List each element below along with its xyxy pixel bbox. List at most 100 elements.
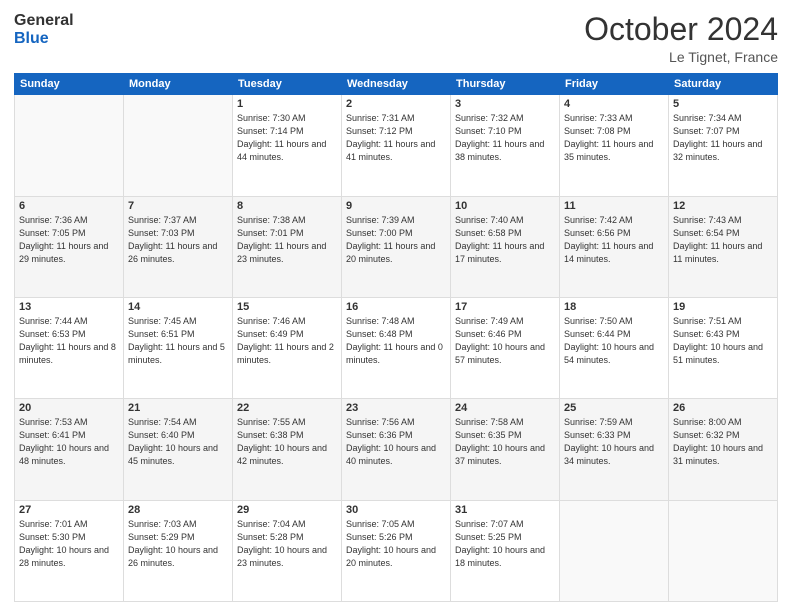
day-number: 30 — [346, 504, 446, 516]
day-number: 8 — [237, 200, 337, 212]
day-number: 27 — [19, 504, 119, 516]
day-number: 16 — [346, 301, 446, 313]
calendar-week-row: 20 Sunrise: 7:53 AMSunset: 6:41 PMDayligh… — [15, 399, 778, 500]
day-info: Sunrise: 8:00 AMSunset: 6:32 PMDaylight:… — [673, 416, 773, 468]
day-number: 4 — [564, 98, 664, 110]
day-info: Sunrise: 7:03 AMSunset: 5:29 PMDaylight:… — [128, 518, 228, 570]
calendar-cell: 5 Sunrise: 7:34 AMSunset: 7:07 PMDaylight… — [669, 95, 778, 196]
calendar-cell — [560, 500, 669, 601]
calendar-week-row: 1Sunrise: 7:30 AMSunset: 7:14 PMDaylight… — [15, 95, 778, 196]
calendar-cell — [124, 95, 233, 196]
day-number: 6 — [19, 200, 119, 212]
day-number: 17 — [455, 301, 555, 313]
day-number: 20 — [19, 402, 119, 414]
day-number: 21 — [128, 402, 228, 414]
calendar-cell: 12Sunrise: 7:43 AMSunset: 6:54 PMDayligh… — [669, 196, 778, 297]
header: General Blue General Blue October 2024 L… — [14, 12, 778, 65]
day-number: 7 — [128, 200, 228, 212]
calendar-cell: 16 Sunrise: 7:48 AMSunset: 6:48 PMDayligh… — [342, 297, 451, 398]
day-info: Sunrise: 7:34 AMSunset: 7:07 PMDaylight:… — [673, 112, 773, 164]
calendar-cell: 30 Sunrise: 7:05 AMSunset: 5:26 PMDayligh… — [342, 500, 451, 601]
calendar-week-row: 6 Sunrise: 7:36 AMSunset: 7:05 PMDaylight… — [15, 196, 778, 297]
col-header-tuesday: Tuesday — [233, 74, 342, 95]
calendar-cell: 17Sunrise: 7:49 AMSunset: 6:46 PMDayligh… — [451, 297, 560, 398]
calendar-cell: 18Sunrise: 7:50 AMSunset: 6:44 PMDayligh… — [560, 297, 669, 398]
day-info: Sunrise: 7:43 AMSunset: 6:54 PMDaylight:… — [673, 214, 773, 266]
day-number: 5 — [673, 98, 773, 110]
day-number: 15 — [237, 301, 337, 313]
day-number: 1 — [237, 98, 337, 110]
day-info: Sunrise: 7:01 AMSunset: 5:30 PMDaylight:… — [19, 518, 119, 570]
day-info: Sunrise: 7:31 AMSunset: 7:12 PMDaylight:… — [346, 112, 446, 164]
day-number: 11 — [564, 200, 664, 212]
logo-blue: Blue — [14, 30, 74, 48]
day-info: Sunrise: 7:59 AMSunset: 6:33 PMDaylight:… — [564, 416, 664, 468]
calendar-cell: 10 Sunrise: 7:40 AMSunset: 6:58 PMDayligh… — [451, 196, 560, 297]
day-number: 2 — [346, 98, 446, 110]
day-info: Sunrise: 7:56 AMSunset: 6:36 PMDaylight:… — [346, 416, 446, 468]
day-info: Sunrise: 7:36 AMSunset: 7:05 PMDaylight:… — [19, 214, 119, 266]
calendar-table: SundayMondayTuesdayWednesdayThursdayFrid… — [14, 73, 778, 602]
day-number: 23 — [346, 402, 446, 414]
day-info: Sunrise: 7:32 AMSunset: 7:10 PMDaylight:… — [455, 112, 555, 164]
day-info: Sunrise: 7:38 AMSunset: 7:01 PMDaylight:… — [237, 214, 337, 266]
month-title: October 2024 — [584, 12, 778, 47]
day-number: 9 — [346, 200, 446, 212]
day-number: 25 — [564, 402, 664, 414]
day-info: Sunrise: 7:45 AMSunset: 6:51 PMDaylight:… — [128, 315, 228, 367]
calendar-cell: 28 Sunrise: 7:03 AMSunset: 5:29 PMDayligh… — [124, 500, 233, 601]
calendar-week-row: 27 Sunrise: 7:01 AMSunset: 5:30 PMDayligh… — [15, 500, 778, 601]
day-info: Sunrise: 7:05 AMSunset: 5:26 PMDaylight:… — [346, 518, 446, 570]
calendar-cell: 6 Sunrise: 7:36 AMSunset: 7:05 PMDaylight… — [15, 196, 124, 297]
day-info: Sunrise: 7:58 AMSunset: 6:35 PMDaylight:… — [455, 416, 555, 468]
calendar-cell: 7 Sunrise: 7:37 AMSunset: 7:03 PMDaylight… — [124, 196, 233, 297]
location: Le Tignet, France — [584, 49, 778, 65]
title-block: October 2024 Le Tignet, France — [584, 12, 778, 65]
col-header-monday: Monday — [124, 74, 233, 95]
day-info: Sunrise: 7:44 AMSunset: 6:53 PMDaylight:… — [19, 315, 119, 367]
day-info: Sunrise: 7:42 AMSunset: 6:56 PMDaylight:… — [564, 214, 664, 266]
calendar-cell: 11 Sunrise: 7:42 AMSunset: 6:56 PMDayligh… — [560, 196, 669, 297]
day-info: Sunrise: 7:37 AMSunset: 7:03 PMDaylight:… — [128, 214, 228, 266]
calendar-week-row: 13 Sunrise: 7:44 AMSunset: 6:53 PMDayligh… — [15, 297, 778, 398]
day-info: Sunrise: 7:48 AMSunset: 6:48 PMDaylight:… — [346, 315, 446, 367]
col-header-friday: Friday — [560, 74, 669, 95]
calendar-cell: 26 Sunrise: 8:00 AMSunset: 6:32 PMDayligh… — [669, 399, 778, 500]
day-info: Sunrise: 7:53 AMSunset: 6:41 PMDaylight:… — [19, 416, 119, 468]
day-number: 14 — [128, 301, 228, 313]
day-info: Sunrise: 7:55 AMSunset: 6:38 PMDaylight:… — [237, 416, 337, 468]
calendar-cell: 22 Sunrise: 7:55 AMSunset: 6:38 PMDayligh… — [233, 399, 342, 500]
day-number: 31 — [455, 504, 555, 516]
logo-general: General — [14, 12, 74, 30]
col-header-sunday: Sunday — [15, 74, 124, 95]
day-number: 22 — [237, 402, 337, 414]
calendar-cell: 23 Sunrise: 7:56 AMSunset: 6:36 PMDayligh… — [342, 399, 451, 500]
col-header-wednesday: Wednesday — [342, 74, 451, 95]
day-info: Sunrise: 7:51 AMSunset: 6:43 PMDaylight:… — [673, 315, 773, 367]
calendar-cell: 9 Sunrise: 7:39 AMSunset: 7:00 PMDaylight… — [342, 196, 451, 297]
calendar-cell: 8 Sunrise: 7:38 AMSunset: 7:01 PMDaylight… — [233, 196, 342, 297]
calendar-cell: 15Sunrise: 7:46 AMSunset: 6:49 PMDayligh… — [233, 297, 342, 398]
col-header-saturday: Saturday — [669, 74, 778, 95]
calendar-cell: 19Sunrise: 7:51 AMSunset: 6:43 PMDayligh… — [669, 297, 778, 398]
day-number: 13 — [19, 301, 119, 313]
calendar-cell: 4Sunrise: 7:33 AMSunset: 7:08 PMDaylight… — [560, 95, 669, 196]
calendar-cell: 27 Sunrise: 7:01 AMSunset: 5:30 PMDayligh… — [15, 500, 124, 601]
day-info: Sunrise: 7:39 AMSunset: 7:00 PMDaylight:… — [346, 214, 446, 266]
calendar-cell: 31 Sunrise: 7:07 AMSunset: 5:25 PMDayligh… — [451, 500, 560, 601]
calendar-cell: 24Sunrise: 7:58 AMSunset: 6:35 PMDayligh… — [451, 399, 560, 500]
day-number: 29 — [237, 504, 337, 516]
page: General Blue General Blue October 2024 L… — [0, 0, 792, 612]
calendar-cell — [15, 95, 124, 196]
day-number: 10 — [455, 200, 555, 212]
calendar-cell: 3Sunrise: 7:32 AMSunset: 7:10 PMDaylight… — [451, 95, 560, 196]
day-number: 28 — [128, 504, 228, 516]
day-info: Sunrise: 7:04 AMSunset: 5:28 PMDaylight:… — [237, 518, 337, 570]
day-number: 26 — [673, 402, 773, 414]
calendar-cell — [669, 500, 778, 601]
day-info: Sunrise: 7:07 AMSunset: 5:25 PMDaylight:… — [455, 518, 555, 570]
calendar-cell: 13 Sunrise: 7:44 AMSunset: 6:53 PMDayligh… — [15, 297, 124, 398]
calendar-cell: 14 Sunrise: 7:45 AMSunset: 6:51 PMDayligh… — [124, 297, 233, 398]
calendar-cell: 21Sunrise: 7:54 AMSunset: 6:40 PMDayligh… — [124, 399, 233, 500]
day-info: Sunrise: 7:40 AMSunset: 6:58 PMDaylight:… — [455, 214, 555, 266]
